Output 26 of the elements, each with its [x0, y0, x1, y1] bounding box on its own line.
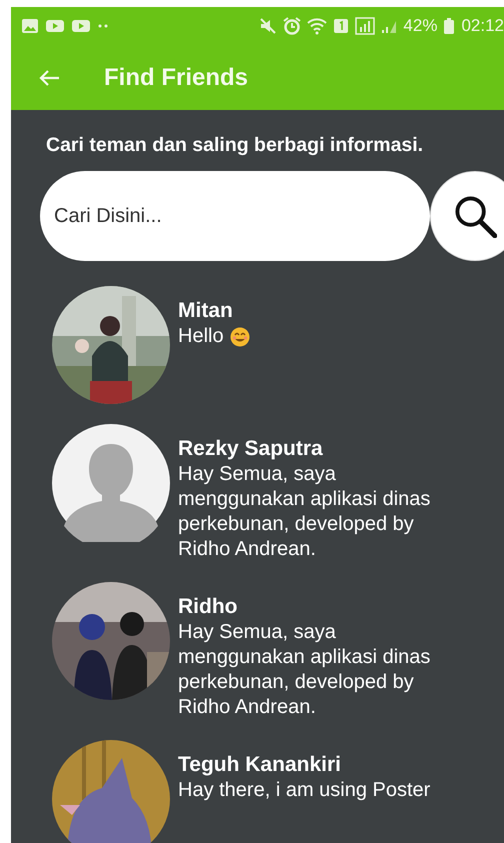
- friend-status-message: Hay Semua, saya menggunakan aplikasi dinas perkebunan, developed by Ridho Andrean.: [178, 620, 432, 720]
- friend-status-message: Hay Semua, saya menggunakan aplikasi dinas perkebunan, developed by Ridho Andrean.: [178, 462, 432, 562]
- friend-name: Rezky Saputra: [178, 436, 324, 462]
- alarm-icon: [283, 17, 302, 35]
- battery-icon: [443, 17, 456, 35]
- signal-icon: [355, 17, 376, 35]
- search-icon: [453, 194, 497, 238]
- intro-text: Cari teman dan saling berbagi informasi.: [45, 133, 424, 157]
- back-arrow-icon: [38, 68, 60, 86]
- status-time: 02:12: [461, 16, 504, 36]
- video-icon: [45, 18, 65, 34]
- video-icon: [71, 18, 91, 34]
- friend-status-message: Hay there, i am using Poster: [178, 778, 432, 803]
- friend-status-message: Hello: [178, 324, 224, 349]
- more-dots-icon: [97, 23, 109, 29]
- gallery-icon: [21, 18, 39, 34]
- mute-icon: [259, 17, 278, 35]
- battery-level: 42%: [403, 16, 438, 36]
- sim-icon: [333, 17, 350, 35]
- avatar-silhouette-icon: [52, 424, 170, 542]
- search-field[interactable]: Cari Disini...: [40, 171, 430, 261]
- friend-name: Teguh Kanankiri: [178, 752, 342, 778]
- friend-name: Mitan: [178, 298, 234, 324]
- screen-title: Find Friends: [104, 64, 248, 92]
- friend-name: Ridho: [178, 594, 238, 620]
- wifi-icon: [307, 17, 328, 35]
